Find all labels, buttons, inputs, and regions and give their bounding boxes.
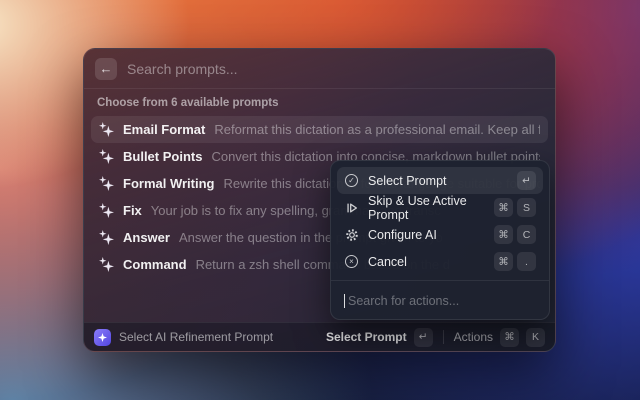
sparkles-icon — [99, 176, 114, 191]
action-item-select-prompt[interactable]: ✓ Select Prompt ↵ — [337, 167, 543, 194]
actions-search-input[interactable]: Search for actions... — [337, 286, 543, 313]
skip-forward-icon — [344, 201, 359, 215]
status-bar-actions: Select Prompt ↵ Actions ⌘ K — [326, 328, 545, 347]
action-label: Configure AI — [368, 228, 437, 242]
prompt-title: Bullet Points — [123, 149, 202, 164]
sparkles-icon — [99, 230, 114, 245]
actions-menu: ✓ Select Prompt ↵ Skip & Use Active Prom… — [330, 160, 550, 320]
shortcut-keys: ⌘ C — [494, 225, 536, 244]
prompt-list-item-email-format[interactable]: Email Format Reformat this dictation as … — [91, 116, 548, 143]
menu-divider — [331, 280, 549, 281]
action-label: Skip & Use Active Prompt — [368, 194, 485, 222]
gear-icon — [344, 228, 359, 242]
search-header: ← — [84, 49, 555, 89]
prompt-palette-window: ← Choose from 6 available prompts Email … — [83, 48, 556, 352]
action-item-skip-use-active-prompt[interactable]: Skip & Use Active Prompt ⌘ S — [337, 194, 543, 221]
status-bar: Select AI Refinement Prompt Select Promp… — [84, 322, 555, 351]
cmd-key-badge: ⌘ — [494, 252, 513, 271]
text-cursor — [344, 294, 345, 308]
prompt-title: Command — [123, 257, 187, 272]
cmd-key-badge: ⌘ — [500, 328, 519, 347]
check-circle-icon: ✓ — [344, 174, 359, 187]
k-key-badge: K — [526, 328, 545, 347]
sparkles-icon — [99, 122, 114, 137]
return-key-badge: ↵ — [517, 171, 536, 190]
action-label: Cancel — [368, 255, 407, 269]
actions-menu-toggle[interactable]: Actions — [454, 330, 493, 344]
prompt-title: Fix — [123, 203, 142, 218]
shortcut-keys: ↵ — [517, 171, 536, 190]
action-label: Select Prompt — [368, 174, 447, 188]
sparkles-icon — [99, 257, 114, 272]
actions-search-placeholder: Search for actions... — [348, 294, 459, 308]
sparkles-icon — [99, 203, 114, 218]
back-arrow-icon: ← — [100, 61, 113, 76]
sparkles-icon — [99, 149, 114, 164]
shortcut-keys: ⌘ . — [494, 252, 536, 271]
cmd-key-badge: ⌘ — [494, 225, 513, 244]
action-item-configure-ai[interactable]: Configure AI ⌘ C — [337, 221, 543, 248]
cmd-key-badge: ⌘ — [494, 198, 513, 217]
status-app-label: Select AI Refinement Prompt — [119, 330, 273, 344]
prompt-title: Formal Writing — [123, 176, 214, 191]
s-key-badge: S — [517, 198, 536, 217]
prompt-description: Reformat this dictation as a professiona… — [214, 122, 540, 137]
prompt-title: Email Format — [123, 122, 205, 137]
search-input[interactable] — [127, 61, 544, 77]
c-key-badge: C — [517, 225, 536, 244]
cancel-circle-icon: × — [344, 255, 359, 268]
select-prompt-action[interactable]: Select Prompt — [326, 330, 407, 344]
action-item-cancel[interactable]: × Cancel ⌘ . — [337, 248, 543, 275]
shortcut-keys: ⌘ S — [494, 198, 536, 217]
prompt-title: Answer — [123, 230, 170, 245]
period-key-badge: . — [517, 252, 536, 271]
status-divider — [443, 330, 444, 344]
app-icon — [94, 329, 111, 346]
section-header: Choose from 6 available prompts — [97, 97, 542, 109]
return-key-badge: ↵ — [414, 328, 433, 347]
back-button[interactable]: ← — [95, 58, 117, 80]
